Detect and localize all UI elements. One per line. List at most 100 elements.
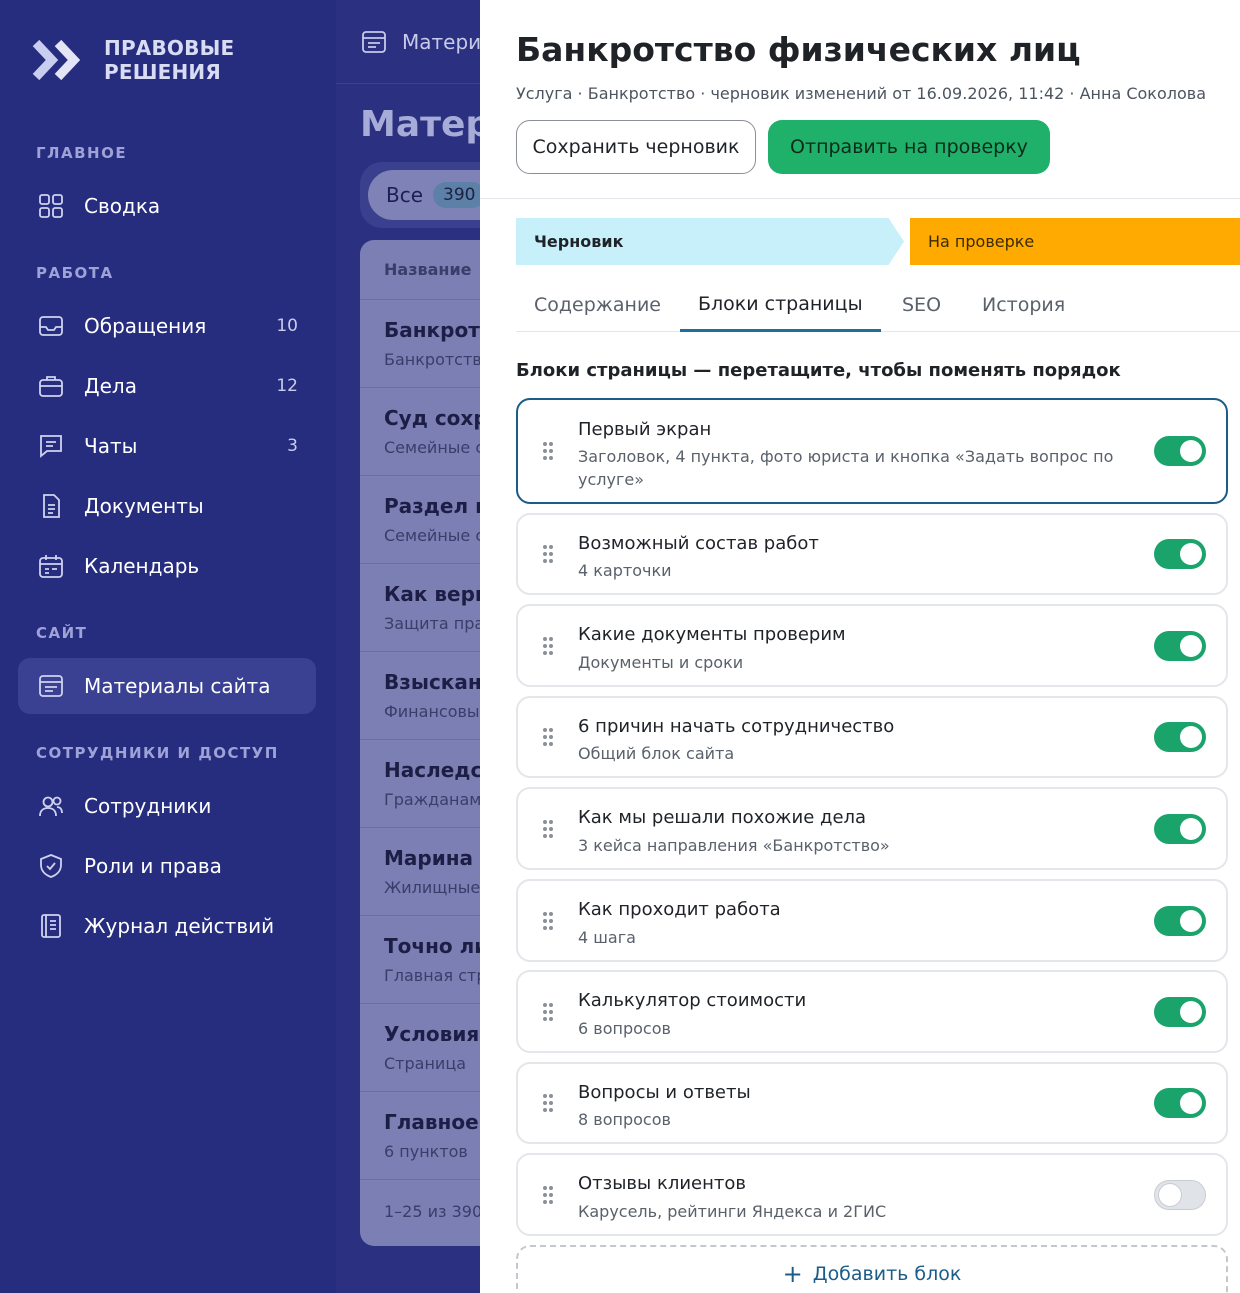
block-item[interactable]: 6 причин начать сотрудничество Общий бло… — [516, 696, 1228, 778]
save-draft-button[interactable]: Сохранить черновик — [516, 120, 756, 174]
row-title: Взыскани — [384, 670, 480, 694]
block-item[interactable]: Возможный состав работ 4 карточки — [516, 513, 1228, 595]
drag-handle-icon[interactable] — [542, 727, 554, 747]
tab-history[interactable]: История — [964, 278, 1083, 332]
block-item[interactable]: Как проходит работа 4 шага — [516, 879, 1228, 962]
drag-handle-icon[interactable] — [542, 1185, 554, 1205]
blocks-title: Блоки страницы — перетащите, чтобы помен… — [516, 360, 1121, 381]
row-subtitle: Семейные с — [384, 438, 480, 457]
sidebar-item-label: Роли и права — [84, 854, 222, 878]
toggle-knob — [1180, 440, 1202, 462]
row-title: Банкротст — [384, 318, 480, 342]
sidebar-item-roles[interactable]: Роли и права — [18, 838, 316, 894]
tab-content[interactable]: Содержание — [516, 278, 679, 332]
sidebar-item-count: 10 — [276, 316, 298, 336]
block-description: 4 карточки — [578, 561, 672, 580]
block-item[interactable]: Калькулятор стоимости 6 вопросов — [516, 970, 1228, 1053]
chat-icon — [36, 431, 66, 461]
sidebar-item-cases[interactable]: Дела 12 — [18, 358, 316, 414]
section-main: ГЛАВНОЕ — [36, 144, 128, 162]
add-block-button[interactable]: + Добавить блок — [516, 1245, 1228, 1293]
table-row[interactable]: Марина П Жилищные — [360, 828, 480, 916]
table-header-name[interactable]: Название — [360, 240, 480, 300]
tab-page-blocks[interactable]: Блоки страницы — [680, 278, 881, 332]
table-row[interactable]: Взыскани Финансовы — [360, 652, 480, 740]
toggle-knob — [1180, 909, 1202, 932]
block-name: Калькулятор стоимости — [578, 990, 807, 1011]
submit-review-button[interactable]: Отправить на проверку — [768, 120, 1050, 174]
block-item[interactable]: Как мы решали похожие дела 3 кейса напра… — [516, 787, 1228, 870]
sidebar-item-site-materials[interactable]: Материалы сайта — [18, 658, 316, 714]
block-name: Какие документы проверим — [578, 624, 846, 645]
inbox-icon — [36, 311, 66, 341]
block-item[interactable]: Вопросы и ответы 8 вопросов — [516, 1062, 1228, 1144]
site-materials-icon — [362, 30, 386, 53]
block-toggle[interactable] — [1154, 630, 1206, 661]
row-subtitle: Защита пра — [384, 614, 480, 633]
sidebar-item-dashboard[interactable]: Сводка — [18, 178, 316, 234]
table-row[interactable]: Раздел им Семейные с — [360, 476, 480, 564]
sidebar-item-calendar[interactable]: Календарь — [18, 538, 316, 594]
log-icon — [36, 911, 66, 941]
table-row[interactable]: Как верну Защита пра — [360, 564, 480, 652]
table-row[interactable]: Суд сохра Семейные с — [360, 388, 480, 476]
table-row[interactable]: Точно ли Главная стр — [360, 916, 480, 1004]
drag-handle-icon[interactable] — [542, 1002, 554, 1022]
tab-seo[interactable]: SEO — [884, 278, 959, 332]
row-subtitle: 6 пунктов — [384, 1142, 468, 1161]
row-subtitle: Страница — [384, 1054, 467, 1073]
table-row[interactable]: Наследст Гражданам — [360, 740, 480, 828]
edit-panel: Банкротство физических лиц Услуга · Банк… — [480, 0, 1240, 1293]
block-name: Как проходит работа — [578, 899, 781, 920]
table-row[interactable]: Условия с Страница — [360, 1004, 480, 1092]
sidebar-item-action-log[interactable]: Журнал действий — [18, 898, 316, 954]
block-toggle[interactable] — [1154, 436, 1206, 466]
block-toggle[interactable] — [1154, 996, 1206, 1027]
sidebar-item-staff[interactable]: Сотрудники — [18, 778, 316, 834]
block-name: Вопросы и ответы — [578, 1082, 751, 1103]
drag-handle-icon[interactable] — [542, 819, 554, 839]
sidebar-item-count: 12 — [276, 376, 298, 396]
panel-tabs: Содержание Блоки страницы SEO История — [516, 278, 1240, 332]
row-subtitle: Финансовы — [384, 702, 480, 721]
block-item[interactable]: Отзывы клиентов Карусель, рейтинги Яндек… — [516, 1153, 1228, 1236]
sidebar-item-requests[interactable]: Обращения 10 — [18, 298, 316, 354]
dashboard-icon — [36, 191, 66, 221]
stage-draft: Черновик — [516, 218, 904, 265]
block-toggle[interactable] — [1154, 1088, 1206, 1118]
drag-handle-icon[interactable] — [542, 441, 554, 461]
materials-header-label: Матери — [402, 29, 480, 54]
materials-table: Название Банкротст Банкротство Суд сохраС… — [360, 240, 480, 1246]
sidebar-item-documents[interactable]: Документы — [18, 478, 316, 534]
row-title: Раздел им — [384, 494, 480, 518]
filter-chips: Все 390 — [360, 162, 480, 228]
sidebar-item-label: Журнал действий — [84, 914, 275, 938]
block-toggle[interactable] — [1154, 813, 1206, 844]
row-title: Наследст — [384, 758, 480, 782]
sidebar-item-chats[interactable]: Чаты 3 — [18, 418, 316, 474]
row-subtitle: Гражданам — [384, 790, 480, 809]
row-title: Точно ли — [384, 934, 480, 958]
section-work: РАБОТА — [36, 264, 114, 282]
table-row[interactable]: Банкротст Банкротство — [360, 300, 480, 388]
row-subtitle: Банкротство — [384, 350, 480, 369]
filter-chip-all[interactable]: Все 390 — [368, 170, 480, 220]
toggle-knob — [1180, 543, 1202, 565]
drag-handle-icon[interactable] — [542, 1093, 554, 1113]
block-toggle[interactable] — [1154, 539, 1206, 569]
materials-page-title: Матери — [360, 104, 480, 145]
brand-logo[interactable]: ПРАВОВЫЕ РЕШЕНИЯ — [32, 36, 234, 84]
block-toggle[interactable] — [1154, 1179, 1206, 1210]
drag-handle-icon[interactable] — [542, 636, 554, 656]
block-toggle[interactable] — [1154, 722, 1206, 752]
drag-handle-icon[interactable] — [542, 911, 554, 931]
block-item[interactable]: Первый экран Заголовок, 4 пункта, фото ю… — [516, 398, 1228, 504]
block-item[interactable]: Какие документы проверим Документы и сро… — [516, 604, 1228, 687]
shield-icon — [36, 851, 66, 881]
table-row[interactable]: Главное м 6 пунктов — [360, 1092, 480, 1180]
block-toggle[interactable] — [1154, 905, 1206, 936]
materials-header: Матери — [336, 0, 480, 84]
drag-handle-icon[interactable] — [542, 544, 554, 564]
panel-title: Банкротство физических лиц — [516, 30, 1081, 69]
row-subtitle: Семейные с — [384, 526, 480, 545]
